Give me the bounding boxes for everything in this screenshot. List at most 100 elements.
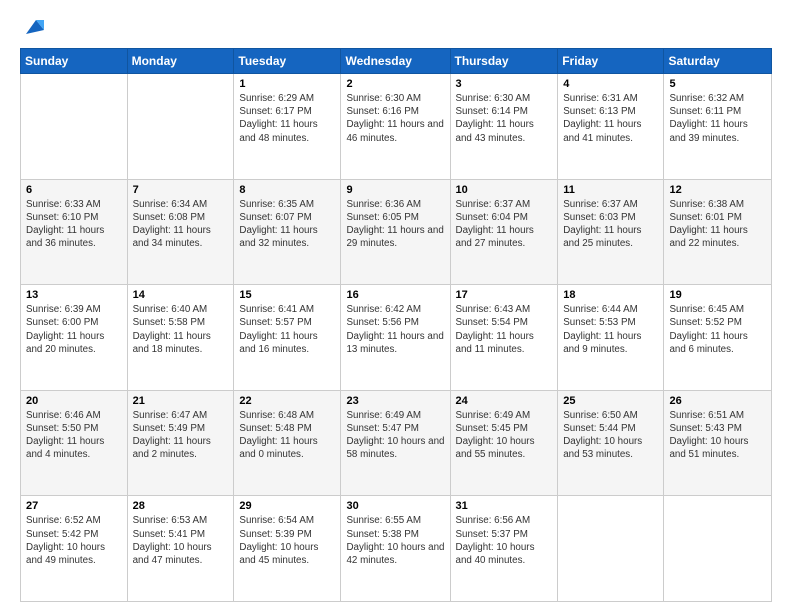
calendar-week-1: 1 Sunrise: 6:29 AM Sunset: 6:17 PM Daylight… (21, 74, 772, 180)
weekday-header-monday: Monday (127, 49, 234, 74)
day-info: Sunrise: 6:33 AMSunset: 6:10 PMDaylight:… (26, 198, 122, 251)
calendar-cell: 25Sunrise: 6:50 AMSunset: 5:44 PMDayligh… (558, 390, 664, 496)
daylight-label: Daylight: 11 hours and 25 minutes. (563, 225, 641, 249)
day-info: Sunrise: 6:43 AMSunset: 5:54 PMDaylight:… (456, 303, 553, 356)
weekday-header-friday: Friday (558, 49, 664, 74)
calendar-cell: 22Sunrise: 6:48 AMSunset: 5:48 PMDayligh… (234, 390, 341, 496)
sunrise-label: Sunrise: 6:32 AM (669, 93, 744, 104)
calendar-cell: 19Sunrise: 6:45 AMSunset: 5:52 PMDayligh… (664, 285, 772, 391)
day-info: Sunrise: 6:42 AM Sunset: 5:56 PM Daylight:… (346, 303, 444, 356)
calendar-cell: 7 Sunrise: 6:34 AMSunset: 6:08 PMDaylight… (127, 179, 234, 285)
day-info: Sunrise: 6:56 AMSunset: 5:37 PMDaylight:… (456, 514, 553, 567)
daylight-label: Daylight: 11 hours and 9 minutes. (563, 331, 641, 355)
sunrise-label: Sunrise: 6:42 AM (346, 304, 421, 315)
day-info: Sunrise: 6:47 AMSunset: 5:49 PMDaylight:… (133, 409, 229, 462)
daylight-label: Daylight: 11 hours and 13 minutes. (346, 331, 443, 355)
daylight-label: Daylight: 11 hours and 32 minutes. (239, 225, 317, 249)
sunrise-label: Sunrise: 6:52 AM (26, 515, 101, 526)
calendar-table: SundayMondayTuesdayWednesdayThursdayFrid… (20, 48, 772, 602)
sunset-label: Sunset: 6:17 PM (239, 106, 311, 117)
day-number: 5 (669, 78, 766, 90)
sunset-label: Sunset: 6:16 PM (346, 106, 418, 117)
sunset-label: Sunset: 5:37 PM (456, 529, 528, 540)
calendar-cell: 5 Sunrise: 6:32 AMSunset: 6:11 PMDaylight… (664, 74, 772, 180)
sunrise-label: Sunrise: 6:33 AM (26, 199, 101, 210)
sunrise-label: Sunrise: 6:45 AM (669, 304, 744, 315)
calendar-cell (664, 496, 772, 602)
daylight-label: Daylight: 11 hours and 4 minutes. (26, 436, 104, 460)
sunset-label: Sunset: 6:05 PM (346, 212, 418, 223)
daylight-label: Daylight: 11 hours and 39 minutes. (669, 119, 747, 143)
day-info: Sunrise: 6:55 AMSunset: 5:38 PMDaylight:… (346, 514, 444, 567)
day-number: 7 (133, 184, 229, 196)
calendar-cell: 20 Sunrise: 6:46 AMSunset: 5:50 PMDayligh… (21, 390, 128, 496)
calendar-cell: 30Sunrise: 6:55 AMSunset: 5:38 PMDayligh… (341, 496, 450, 602)
calendar-week-2: 6Sunrise: 6:33 AMSunset: 6:10 PMDaylight… (21, 179, 772, 285)
day-number: 20 (26, 395, 122, 407)
calendar-cell: 4 Sunrise: 6:31 AMSunset: 6:13 PMDaylight… (558, 74, 664, 180)
daylight-label: Daylight: 11 hours and 27 minutes. (456, 225, 534, 249)
day-info: Sunrise: 6:36 AMSunset: 6:05 PMDaylight:… (346, 198, 444, 251)
weekday-header-tuesday: Tuesday (234, 49, 341, 74)
day-number: 29 (239, 500, 335, 512)
day-number: 4 (563, 78, 658, 90)
daylight-label: Daylight: 10 hours and 47 minutes. (133, 542, 212, 566)
daylight-label: Daylight: 11 hours and 20 minutes. (26, 331, 104, 355)
weekday-header-wednesday: Wednesday (341, 49, 450, 74)
calendar-week-4: 20 Sunrise: 6:46 AMSunset: 5:50 PMDayligh… (21, 390, 772, 496)
logo (20, 16, 44, 38)
sunset-label: Sunset: 5:43 PM (669, 423, 741, 434)
sunset-label: Sunset: 5:49 PM (133, 423, 205, 434)
daylight-label: Daylight: 11 hours and 46 minutes. (346, 119, 443, 143)
day-info: Sunrise: 6:34 AMSunset: 6:08 PMDaylight:… (133, 198, 229, 251)
sunrise-label: Sunrise: 6:35 AM (239, 199, 314, 210)
sunset-label: Sunset: 5:38 PM (346, 529, 418, 540)
day-number: 28 (133, 500, 229, 512)
day-info: Sunrise: 6:37 AMSunset: 6:04 PMDaylight:… (456, 198, 553, 251)
daylight-label: Daylight: 11 hours and 29 minutes. (346, 225, 443, 249)
sunset-label: Sunset: 5:54 PM (456, 317, 528, 328)
day-info: Sunrise: 6:44 AMSunset: 5:53 PMDaylight:… (563, 303, 658, 356)
daylight-label: Daylight: 11 hours and 22 minutes. (669, 225, 747, 249)
header (20, 16, 772, 38)
daylight-label: Daylight: 10 hours and 55 minutes. (456, 436, 535, 460)
day-number: 10 (456, 184, 553, 196)
sunrise-label: Sunrise: 6:55 AM (346, 515, 421, 526)
day-number: 23 (346, 395, 444, 407)
sunrise-label: Sunrise: 6:48 AM (239, 410, 314, 421)
daylight-label: Daylight: 10 hours and 53 minutes. (563, 436, 642, 460)
sunset-label: Sunset: 5:56 PM (346, 317, 418, 328)
day-info: Sunrise: 6:41 AMSunset: 5:57 PMDaylight:… (239, 303, 335, 356)
sunrise-label: Sunrise: 6:43 AM (456, 304, 531, 315)
daylight-label: Daylight: 10 hours and 51 minutes. (669, 436, 748, 460)
sunset-label: Sunset: 6:00 PM (26, 317, 98, 328)
day-number: 1 (239, 78, 335, 90)
day-number: 8 (239, 184, 335, 196)
day-number: 9 (346, 184, 444, 196)
day-number: 19 (669, 289, 766, 301)
day-info: Sunrise: 6:32 AMSunset: 6:11 PMDaylight:… (669, 92, 766, 145)
sunset-label: Sunset: 6:03 PM (563, 212, 635, 223)
sunset-label: Sunset: 5:57 PM (239, 317, 311, 328)
day-info: Sunrise: 6:29 AMSunset: 6:17 PMDaylight:… (239, 92, 335, 145)
sunset-label: Sunset: 5:52 PM (669, 317, 741, 328)
day-info: Sunrise: 6:46 AMSunset: 5:50 PMDaylight:… (26, 409, 122, 462)
sunrise-label: Sunrise: 6:30 AM (456, 93, 531, 104)
calendar-cell: 21Sunrise: 6:47 AMSunset: 5:49 PMDayligh… (127, 390, 234, 496)
calendar-cell: 16Sunrise: 6:42 AMSunset: 5:56 PMDayligh… (341, 285, 450, 391)
sunrise-label: Sunrise: 6:50 AM (563, 410, 638, 421)
day-number: 13 (26, 289, 122, 301)
day-info: Sunrise: 6:52 AMSunset: 5:42 PMDaylight:… (26, 514, 122, 567)
calendar-cell: 12Sunrise: 6:38 AMSunset: 6:01 PMDayligh… (664, 179, 772, 285)
day-info: Sunrise: 6:31 AMSunset: 6:13 PMDaylight:… (563, 92, 658, 145)
day-number: 2 (346, 78, 444, 90)
calendar-cell: 8Sunrise: 6:35 AMSunset: 6:07 PMDaylight… (234, 179, 341, 285)
calendar-cell: 2Sunrise: 6:30 AMSunset: 6:16 PMDaylight… (341, 74, 450, 180)
calendar-cell: 17Sunrise: 6:43 AMSunset: 5:54 PMDayligh… (450, 285, 558, 391)
day-info: Sunrise: 6:51 AMSunset: 5:43 PMDaylight:… (669, 409, 766, 462)
sunrise-label: Sunrise: 6:29 AM (239, 93, 314, 104)
day-number: 30 (346, 500, 444, 512)
day-number: 27 (26, 500, 122, 512)
day-number: 11 (563, 184, 658, 196)
daylight-label: Daylight: 10 hours and 58 minutes. (346, 436, 444, 460)
